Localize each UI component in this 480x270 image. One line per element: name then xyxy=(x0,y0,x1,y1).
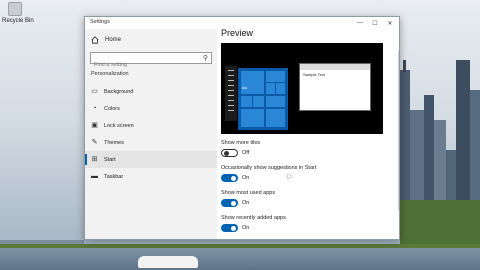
toggle-switch[interactable] xyxy=(221,149,238,157)
toggle-label: Show more tiles xyxy=(221,140,261,146)
minimize-button[interactable]: — xyxy=(353,17,367,29)
preview-tile xyxy=(253,96,264,107)
toggle-switch[interactable] xyxy=(221,224,238,232)
desktop-icon-label: Recycle Bin xyxy=(2,18,34,24)
mouse-cursor-icon: ➤ xyxy=(286,172,293,181)
boat xyxy=(138,256,198,268)
toggle-label: Show most used apps xyxy=(221,190,276,196)
toggle-state-text: On xyxy=(242,200,250,206)
picture-icon: ▭ xyxy=(91,88,98,95)
toggle-knob xyxy=(231,175,236,181)
search-input[interactable] xyxy=(91,60,197,70)
toggle-switch[interactable] xyxy=(221,199,238,207)
preview-tile xyxy=(276,83,285,94)
toggle-setting-row: Show recently added apps On xyxy=(221,215,391,232)
lock-screen-icon: ▣ xyxy=(91,122,98,129)
toggle-state-text: On xyxy=(242,175,250,181)
sidebar-item-label: Themes xyxy=(104,139,124,146)
start-settings-content: Preview Aa Sample Text Show more tiles O… xyxy=(217,28,399,239)
lake xyxy=(0,248,480,270)
sidebar-item-label: Lock screen xyxy=(104,122,134,129)
home-label: Home xyxy=(105,37,122,43)
preview-tile xyxy=(266,71,285,82)
toggle-label: Occasionally show suggestions in Start xyxy=(221,165,317,171)
home-link[interactable]: Home xyxy=(91,36,121,44)
settings-window: Settings — ☐ ✕ Home ⚲ Personalization ▭ B… xyxy=(84,16,400,240)
toggle-knob xyxy=(231,225,236,231)
toggle-state-text: On xyxy=(242,225,250,231)
toggle-setting-row: Show more tiles Off xyxy=(221,140,391,157)
start-icon: ⊞ xyxy=(91,156,98,163)
toggle-setting-row: Show most used apps On xyxy=(221,190,391,207)
sidebar-item-background[interactable]: ▭ Background xyxy=(85,83,217,100)
section-label: Personalization xyxy=(91,71,129,77)
preview-tile xyxy=(241,71,264,94)
search-icon[interactable]: ⚲ xyxy=(203,54,208,62)
preview-sample-text: Sample Text xyxy=(303,72,325,77)
taskbar-icon: ▬ xyxy=(91,173,98,180)
recycle-bin-desktop-icon[interactable]: Recycle Bin xyxy=(2,2,34,24)
home-icon xyxy=(91,36,99,44)
preview-tile-label: Aa xyxy=(242,85,247,90)
preview-tile xyxy=(241,96,252,107)
toggle-knob xyxy=(231,200,236,206)
sidebar-item-label: Taskbar xyxy=(104,173,124,180)
sidebar-item-label: Start xyxy=(104,156,116,163)
recycle-bin-icon xyxy=(8,2,22,16)
start-preview: Aa Sample Text xyxy=(221,43,383,134)
brush-icon: ✎ xyxy=(91,139,98,146)
toggle-knob xyxy=(223,151,229,156)
preview-tile xyxy=(241,109,264,127)
toggle-setting-row: Occasionally show suggestions in Start On xyxy=(221,165,391,182)
palette-icon: ◔ xyxy=(92,105,97,112)
sidebar-item-lock-screen[interactable]: ▣ Lock screen xyxy=(85,117,217,134)
toggle-state-text: Off xyxy=(242,150,250,156)
page-title: Preview xyxy=(221,28,254,38)
window-title: Settings xyxy=(90,19,110,25)
preview-tile xyxy=(266,83,275,94)
preview-window: Sample Text xyxy=(299,63,371,111)
preview-tile xyxy=(266,96,285,107)
preview-tile xyxy=(266,109,285,127)
toggle-switch[interactable] xyxy=(221,174,238,182)
preview-start-tiles: Aa xyxy=(238,68,288,130)
sidebar-item-colors[interactable]: ◔ Colors xyxy=(85,100,217,117)
find-setting-search[interactable]: ⚲ xyxy=(90,52,212,70)
sidebar-item-label: Colors xyxy=(104,105,120,112)
preview-start-menu-list xyxy=(225,66,237,121)
preview-window-titlebar xyxy=(300,64,370,70)
sidebar-item-themes[interactable]: ✎ Themes xyxy=(85,134,217,151)
sidebar-item-start[interactable]: ⊞ Start xyxy=(85,151,217,168)
maximize-button[interactable]: ☐ xyxy=(368,17,382,29)
sidebar-item-label: Background xyxy=(104,88,134,95)
sidebar-item-taskbar[interactable]: ▬ Taskbar xyxy=(85,168,217,185)
scrollbar[interactable] xyxy=(398,51,399,211)
toggle-label: Show recently added apps xyxy=(221,215,286,221)
close-button[interactable]: ✕ xyxy=(383,17,397,29)
settings-sidebar: Home ⚲ Personalization ▭ Background ◔ Color… xyxy=(85,29,217,239)
nav-list: ▭ Background ◔ Colors ▣ Lock screen ✎ Themes ⊞ St… xyxy=(85,83,217,185)
